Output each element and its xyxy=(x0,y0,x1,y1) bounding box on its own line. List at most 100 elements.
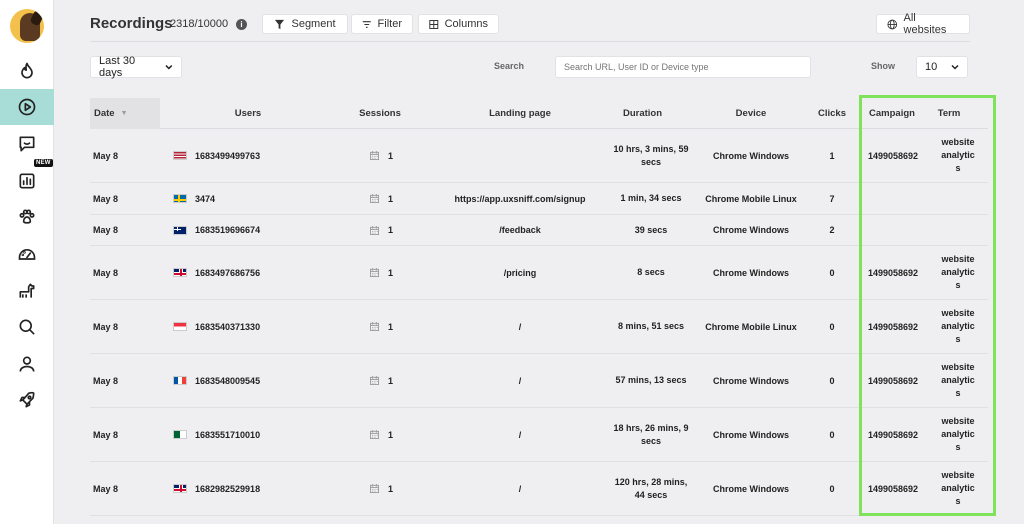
cell-sessions: 1 xyxy=(370,183,430,214)
brand-logo[interactable] xyxy=(10,9,44,43)
column-header-campaign[interactable]: Campaign xyxy=(862,98,922,129)
chevron-down-icon xyxy=(951,64,959,70)
column-header-users[interactable]: Users xyxy=(208,98,288,129)
sort-icon: ▼ xyxy=(120,110,128,117)
table-row[interactable]: May 8 1683497686756 1/pricing 8 secs Chrome … xyxy=(90,246,988,300)
cell-user-text: 1683548009545 xyxy=(195,375,261,386)
calendar-icon xyxy=(370,484,379,493)
cell-campaign-text: 1499058692 xyxy=(867,150,919,161)
dog-icon xyxy=(19,283,35,298)
cell-user[interactable]: 1683499499763 xyxy=(173,129,333,182)
cell-user[interactable]: 1682982529918 xyxy=(173,462,333,515)
cell-landing[interactable]: https://app.uxsniff.com/signup xyxy=(445,183,595,214)
sidebar-item-dashboard[interactable] xyxy=(0,236,54,272)
cell-date: May 8 xyxy=(93,300,163,353)
cell-clicks: 0 xyxy=(820,408,844,461)
cell-term xyxy=(934,215,982,245)
cell-device: Chrome Windows xyxy=(695,462,807,515)
cell-clicks-text: 7 xyxy=(829,193,835,204)
cell-duration: 8 secs xyxy=(610,246,692,299)
column-header-date[interactable]: Date ▼ xyxy=(90,98,160,129)
table-row[interactable]: May 8 1682982529918 1 / 120 hrs, 28 mins, 44… xyxy=(90,462,988,516)
page-title: Recordings xyxy=(90,15,173,32)
flag-icon xyxy=(173,268,187,277)
table-row[interactable]: May 8 1683551710010 1 / 18 hrs, 26 mins, 9 s… xyxy=(90,408,988,462)
recordings-table: Date ▼ Users Sessions Landing page Durat… xyxy=(90,98,988,516)
cell-device-text: Chrome Windows xyxy=(713,375,789,386)
info-icon[interactable]: i xyxy=(236,19,247,30)
cell-clicks: 0 xyxy=(820,462,844,515)
table-row[interactable]: May 8 1683548009545 1 / 57 mins, 13 secs Chro… xyxy=(90,354,988,408)
flag-icon xyxy=(173,322,187,331)
search-input[interactable] xyxy=(555,56,811,78)
column-header-term[interactable]: Term xyxy=(930,98,968,129)
sidebar-item-recordings[interactable] xyxy=(0,89,54,125)
table-row[interactable]: May 8 3474 1 https://app.uxsniff.com/signup… xyxy=(90,183,988,215)
table-row[interactable]: May 8 1683499499763 1 10 hrs, 3 mins, 59 se… xyxy=(90,129,988,183)
column-header-device[interactable]: Device xyxy=(695,98,807,129)
cell-landing[interactable]: / xyxy=(445,300,595,353)
calendar-icon xyxy=(370,322,379,331)
cell-landing[interactable] xyxy=(445,129,595,182)
cell-landing[interactable]: / xyxy=(445,354,595,407)
cell-campaign-text: 1499058692 xyxy=(867,429,919,440)
cell-user[interactable]: 1683519696674 xyxy=(173,215,333,245)
column-header-sessions[interactable]: Sessions xyxy=(342,98,418,129)
cell-campaign: 1499058692 xyxy=(862,354,924,407)
search-icon xyxy=(19,319,35,335)
filter-label: Filter xyxy=(377,18,402,30)
cell-device: Chrome Windows xyxy=(695,215,807,245)
table-row[interactable]: May 8 1683519696674 1/feedback 39 secs Chrom… xyxy=(90,215,988,246)
cell-user[interactable]: 1683551710010 xyxy=(173,408,333,461)
cell-user[interactable]: 1683540371330 xyxy=(173,300,333,353)
columns-button[interactable]: Columns xyxy=(418,14,499,34)
sidebar-item-search[interactable] xyxy=(0,309,54,345)
cell-sessions-text: 1 xyxy=(388,429,394,440)
cell-clicks: 1 xyxy=(820,129,844,182)
cell-clicks-text: 0 xyxy=(829,429,835,440)
flag-icon xyxy=(173,225,187,235)
cell-landing[interactable]: /pricing xyxy=(445,246,595,299)
all-websites-label: All websites xyxy=(903,12,947,36)
cell-date-text: May 8 xyxy=(93,375,119,386)
cell-user[interactable]: 3474 xyxy=(173,183,333,214)
cell-sessions-text: 1 xyxy=(388,321,394,332)
sidebar-item-analytics[interactable]: NEW xyxy=(0,159,54,199)
column-header-clicks[interactable]: Clicks xyxy=(810,98,854,129)
column-header-duration[interactable]: Duration xyxy=(605,98,680,129)
cell-user[interactable]: 1683497686756 xyxy=(173,246,333,299)
column-header-landing-page[interactable]: Landing page xyxy=(445,98,595,129)
sidebar-item-launch[interactable] xyxy=(0,382,54,418)
cell-user-text: 1683499499763 xyxy=(195,150,261,161)
show-count-select[interactable]: 10 xyxy=(916,56,968,78)
sidebar-item-feedback[interactable] xyxy=(0,126,54,162)
table-body: May 8 1683499499763 1 10 hrs, 3 mins, 59 se… xyxy=(90,129,988,516)
segment-button[interactable]: Segment xyxy=(262,14,348,34)
cell-duration-text: 10 hrs, 3 mins, 59 secs xyxy=(613,143,689,167)
cell-landing[interactable]: / xyxy=(445,408,595,461)
filter-button[interactable]: Filter xyxy=(351,14,413,34)
cell-sessions: 1 xyxy=(370,408,430,461)
cell-duration: 57 mins, 13 secs xyxy=(610,354,692,407)
cell-duration: 120 hrs, 28 mins, 44 secs xyxy=(610,462,692,515)
all-websites-button[interactable]: All websites xyxy=(876,12,970,36)
cell-sessions-text: 1 xyxy=(388,193,394,204)
sidebar-item-dog[interactable] xyxy=(0,273,54,309)
cell-date-text: May 8 xyxy=(93,267,119,278)
date-range-select[interactable]: Last 30 days xyxy=(90,55,182,79)
table-row[interactable]: May 8 1683540371330 1 / 8 mins, 51 secs Chrom… xyxy=(90,300,988,354)
play-icon xyxy=(18,98,36,116)
cell-landing[interactable]: / xyxy=(445,462,595,515)
flag-icon xyxy=(173,430,187,439)
calendar-icon xyxy=(370,376,379,385)
sidebar-item-heatmaps[interactable] xyxy=(0,53,54,89)
cell-user[interactable]: 1683548009545 xyxy=(173,354,333,407)
cell-device: Chrome Windows xyxy=(695,246,807,299)
cell-clicks-text: 0 xyxy=(829,321,835,332)
cell-term-text: website analytic s xyxy=(941,470,975,506)
sidebar-item-account[interactable] xyxy=(0,346,54,382)
cell-user-text: 1683551710010 xyxy=(195,429,261,440)
cell-landing[interactable]: /feedback xyxy=(445,215,595,245)
user-icon xyxy=(19,356,35,372)
sidebar-item-paw[interactable] xyxy=(0,199,54,235)
